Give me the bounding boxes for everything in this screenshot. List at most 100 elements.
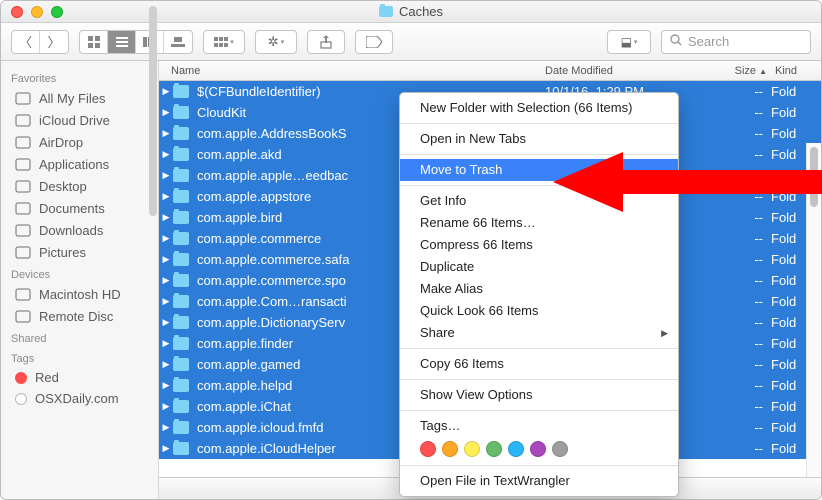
tag-color[interactable] <box>508 441 524 457</box>
sidebar-item-label: Downloads <box>39 223 103 238</box>
gear-icon: ✲ <box>268 34 279 50</box>
folder-icon <box>173 106 189 119</box>
folder-icon <box>173 358 189 371</box>
col-kind[interactable]: Kind <box>771 65 821 77</box>
col-date[interactable]: Date Modified <box>545 65 719 77</box>
titlebar: Caches <box>1 1 821 23</box>
disclosure-triangle-icon[interactable]: ▶ <box>159 233 173 244</box>
disclosure-triangle-icon[interactable]: ▶ <box>159 359 173 370</box>
folder-icon <box>173 169 189 182</box>
folder-icon <box>173 421 189 434</box>
sidebar-item[interactable]: AirDrop <box>1 131 158 153</box>
menu-separator <box>400 379 678 380</box>
sidebar-item[interactable]: Remote Disc <box>1 305 158 327</box>
menu-separator <box>400 410 678 411</box>
menu-item[interactable]: New Folder with Selection (66 Items) <box>400 97 678 119</box>
disclosure-triangle-icon[interactable]: ▶ <box>159 443 173 454</box>
documents-icon <box>15 200 31 216</box>
toolbar: 〈 〉 ▾ ✲▾ <box>1 23 821 61</box>
back-button[interactable]: 〈 <box>12 31 40 53</box>
menu-item[interactable]: Open File in TextWrangler <box>400 470 678 492</box>
coverflow-view-button[interactable] <box>164 31 192 53</box>
disclosure-triangle-icon[interactable]: ▶ <box>159 170 173 181</box>
disclosure-triangle-icon[interactable]: ▶ <box>159 422 173 433</box>
share-icon <box>320 35 332 49</box>
folder-icon <box>173 400 189 413</box>
menu-item[interactable]: Share <box>400 322 678 344</box>
downloads-icon <box>15 222 31 238</box>
sidebar-item[interactable]: Pictures <box>1 241 158 263</box>
tags-button[interactable] <box>355 30 393 54</box>
col-size[interactable]: Size ▲ <box>719 65 771 77</box>
disclosure-triangle-icon[interactable]: ▶ <box>159 107 173 118</box>
disclosure-triangle-icon[interactable]: ▶ <box>159 86 173 97</box>
disclosure-triangle-icon[interactable]: ▶ <box>159 275 173 286</box>
window-controls <box>1 6 63 18</box>
menu-item[interactable]: Show View Options <box>400 384 678 406</box>
disclosure-triangle-icon[interactable]: ▶ <box>159 317 173 328</box>
list-view-button[interactable] <box>108 31 136 53</box>
sidebar-item[interactable]: Red <box>1 367 158 388</box>
menu-item[interactable]: Quick Look 66 Items <box>400 300 678 322</box>
tag-color[interactable] <box>420 441 436 457</box>
tag-gray <box>15 393 27 405</box>
icon-view-button[interactable] <box>80 31 108 53</box>
minimize-icon[interactable] <box>31 6 43 18</box>
forward-button[interactable]: 〉 <box>40 31 68 53</box>
share-button[interactable] <box>307 30 345 54</box>
close-icon[interactable] <box>11 6 23 18</box>
sidebar-item[interactable]: All My Files <box>1 87 158 109</box>
zoom-icon[interactable] <box>51 6 63 18</box>
col-name[interactable]: Name <box>159 65 545 77</box>
action-button[interactable]: ✲▾ <box>256 31 296 53</box>
disclosure-triangle-icon[interactable]: ▶ <box>159 128 173 139</box>
disclosure-triangle-icon[interactable]: ▶ <box>159 191 173 202</box>
sidebar-item-label: OSXDaily.com <box>35 391 119 406</box>
file-size: -- <box>719 378 771 393</box>
search-field[interactable]: Search <box>661 30 811 54</box>
folder-icon <box>173 337 189 350</box>
disclosure-triangle-icon[interactable]: ▶ <box>159 380 173 391</box>
folder-icon <box>173 295 189 308</box>
sidebar-item[interactable]: Desktop <box>1 175 158 197</box>
disclosure-triangle-icon[interactable]: ▶ <box>159 296 173 307</box>
file-size: -- <box>719 210 771 225</box>
airdrop-icon <box>15 134 31 150</box>
dropbox-button[interactable]: ⬓▾ <box>607 30 651 54</box>
file-size: -- <box>719 294 771 309</box>
menu-item[interactable]: Copy 66 Items <box>400 353 678 375</box>
sidebar-item[interactable]: iCloud Drive <box>1 109 158 131</box>
file-kind: Fold <box>771 126 821 141</box>
file-size: -- <box>719 105 771 120</box>
file-size: -- <box>719 336 771 351</box>
disclosure-triangle-icon[interactable]: ▶ <box>159 212 173 223</box>
tag-color[interactable] <box>530 441 546 457</box>
menu-item[interactable]: Make Alias <box>400 278 678 300</box>
sidebar-scrollbar[interactable] <box>149 61 157 216</box>
applications-icon <box>15 156 31 172</box>
disclosure-triangle-icon[interactable]: ▶ <box>159 149 173 160</box>
menu-item[interactable]: Rename 66 Items… <box>400 212 678 234</box>
disclosure-triangle-icon[interactable]: ▶ <box>159 401 173 412</box>
sidebar-item[interactable]: Macintosh HD <box>1 283 158 305</box>
sidebar-header: Shared <box>1 327 158 347</box>
file-size: -- <box>719 357 771 372</box>
sidebar-item[interactable]: OSXDaily.com <box>1 388 158 409</box>
action-group: ✲▾ <box>255 30 297 54</box>
tag-color[interactable] <box>552 441 568 457</box>
tag-color[interactable] <box>464 441 480 457</box>
menu-item[interactable]: Duplicate <box>400 256 678 278</box>
tag-color[interactable] <box>486 441 502 457</box>
disclosure-triangle-icon[interactable]: ▶ <box>159 338 173 349</box>
sidebar-item[interactable]: Downloads <box>1 219 158 241</box>
menu-item[interactable]: Compress 66 Items <box>400 234 678 256</box>
arrange-button[interactable]: ▾ <box>204 31 244 53</box>
file-size: -- <box>719 420 771 435</box>
sidebar-item[interactable]: Applications <box>1 153 158 175</box>
menu-item[interactable]: Open in New Tabs <box>400 128 678 150</box>
disclosure-triangle-icon[interactable]: ▶ <box>159 254 173 265</box>
menu-item[interactable]: Tags… <box>400 415 678 437</box>
folder-icon <box>173 148 189 161</box>
sidebar-item[interactable]: Documents <box>1 197 158 219</box>
tag-color[interactable] <box>442 441 458 457</box>
